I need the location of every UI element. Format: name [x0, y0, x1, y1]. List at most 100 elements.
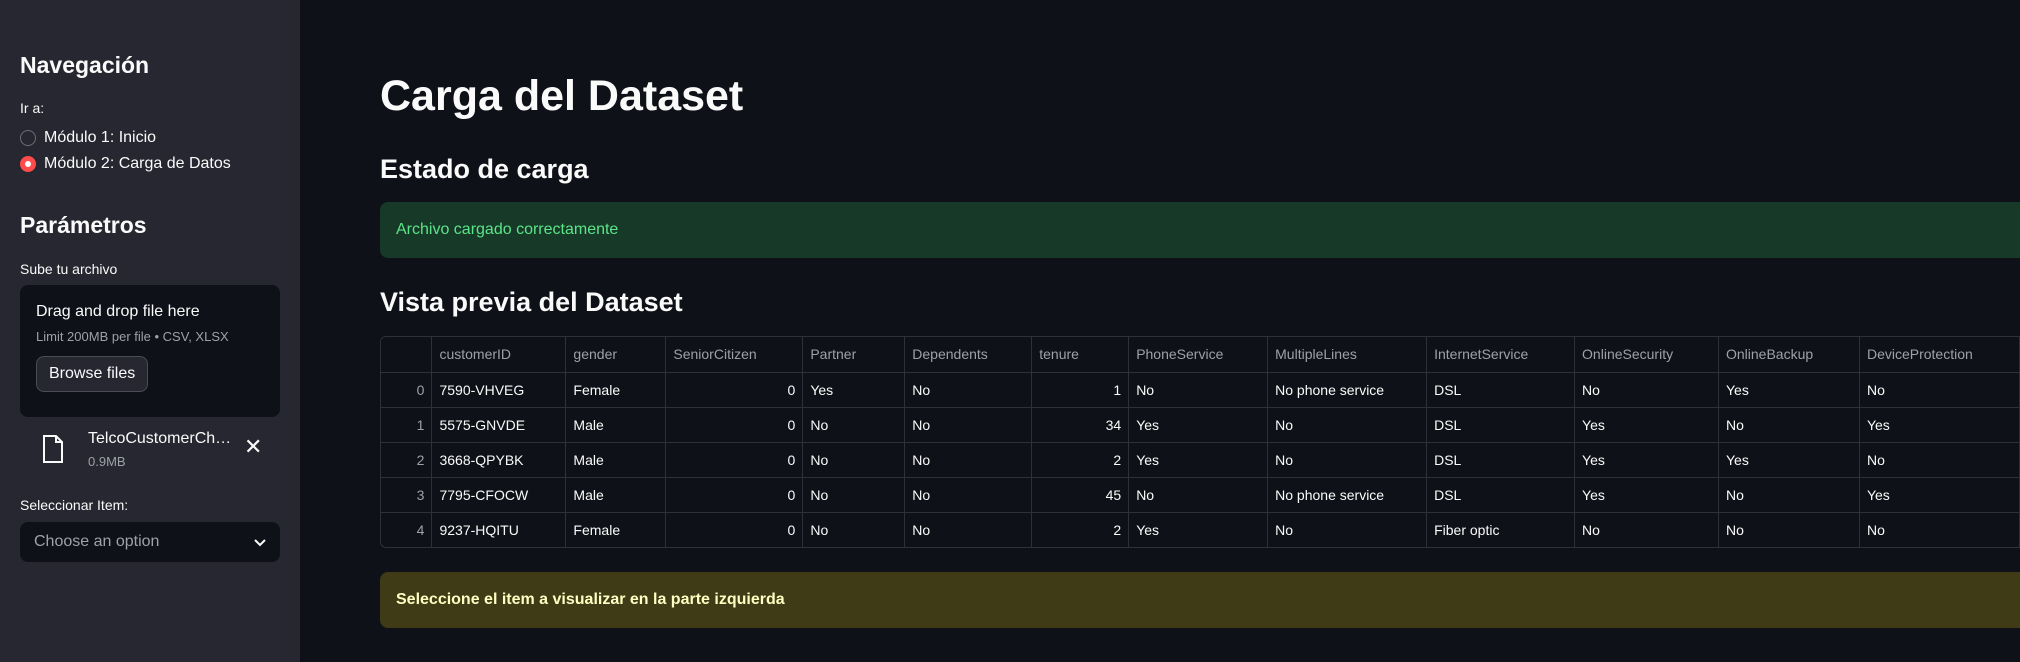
table-cell[interactable]: Yes — [1859, 477, 2020, 513]
table-cell[interactable]: 0 — [665, 442, 804, 478]
table-cell[interactable]: 2 — [1031, 512, 1130, 547]
table-cell[interactable]: No — [904, 442, 1033, 478]
table-cell[interactable]: 34 — [1031, 407, 1130, 443]
table-cell[interactable]: No — [1574, 372, 1719, 408]
row-index[interactable]: 2 — [381, 442, 433, 478]
table-cell[interactable]: DSL — [1426, 407, 1576, 443]
table-cell[interactable]: 3668-QPYBK — [431, 442, 567, 478]
table-cell[interactable]: No — [1128, 372, 1269, 408]
table-cell[interactable]: No — [802, 442, 906, 478]
column-header[interactable]: PhoneService — [1128, 337, 1269, 373]
table-cell[interactable]: 5575-GNVDE — [431, 407, 567, 443]
table-row: 3 7795-CFOCW Male 0 No No 45 No No phone service… — [381, 477, 2020, 513]
table-row: 0 7590-VHVEG Female 0 Yes No 1 No No phone servi… — [381, 372, 2020, 408]
table-cell[interactable]: No — [1718, 477, 1860, 513]
table-cell[interactable]: Yes — [1128, 512, 1269, 547]
radio-label: Módulo 2: Carga de Datos — [44, 155, 231, 172]
table-cell[interactable]: Female — [565, 512, 667, 547]
column-header[interactable]: tenure — [1031, 337, 1130, 373]
column-header[interactable]: InternetService — [1426, 337, 1576, 373]
table-cell[interactable]: No — [1718, 407, 1860, 443]
column-header[interactable]: DeviceProtection — [1859, 337, 2020, 373]
table-cell[interactable]: No — [1267, 512, 1428, 547]
table-cell[interactable]: No — [802, 477, 906, 513]
table-cell[interactable]: No — [802, 407, 906, 443]
main-content: Carga del Dataset Estado de carga Archiv… — [300, 0, 2020, 662]
table-cell[interactable]: No — [1267, 407, 1428, 443]
table-cell[interactable]: DSL — [1426, 442, 1576, 478]
table-cell[interactable]: 1 — [1031, 372, 1130, 408]
row-index[interactable]: 3 — [381, 477, 433, 513]
table-cell[interactable]: Yes — [1718, 442, 1860, 478]
table-cell[interactable]: No — [1859, 442, 2020, 478]
browse-files-button[interactable]: Browse files — [36, 356, 149, 392]
radio-option-carga[interactable]: Módulo 2: Carga de Datos — [20, 155, 231, 173]
table-row: 4 9237-HQITU Female 0 No No 2 Yes No Fiber optic N… — [381, 512, 2020, 547]
table-cell[interactable]: No — [1859, 512, 2020, 547]
column-header[interactable]: Partner — [802, 337, 906, 373]
row-index[interactable]: 1 — [381, 407, 433, 443]
table-cell[interactable]: No — [904, 407, 1033, 443]
table-cell[interactable]: 7795-CFOCW — [431, 477, 567, 513]
table-cell[interactable]: 0 — [665, 477, 804, 513]
table-cell[interactable]: 45 — [1031, 477, 1130, 513]
table-cell[interactable]: Yes — [1574, 442, 1719, 478]
remove-file-icon[interactable]: ✕ — [244, 434, 262, 460]
column-header[interactable]: MultipleLines — [1267, 337, 1428, 373]
table-cell[interactable]: 2 — [1031, 442, 1130, 478]
table-cell[interactable]: Yes — [1128, 407, 1269, 443]
column-header[interactable]: gender — [565, 337, 667, 373]
table-cell[interactable]: Male — [565, 477, 667, 513]
file-dropzone[interactable]: Drag and drop file here Limit 200MB per … — [20, 285, 280, 417]
table-cell[interactable]: Female — [565, 372, 667, 408]
table-cell[interactable]: Male — [565, 442, 667, 478]
table-cell[interactable]: Yes — [802, 372, 906, 408]
status-heading: Estado de carga — [380, 154, 589, 184]
item-select[interactable]: Choose an option — [20, 522, 280, 562]
radio-label: Módulo 1: Inicio — [44, 129, 157, 146]
table-cell[interactable]: No phone service — [1267, 372, 1428, 408]
table-header-row: customerID gender SeniorCitizen Partner … — [381, 337, 2020, 373]
warning-alert: Seleccione el item a visualizar en la pa… — [380, 572, 2020, 628]
table-cell[interactable]: Yes — [1859, 407, 2020, 443]
table-cell[interactable]: No — [904, 372, 1033, 408]
table-cell[interactable]: No phone service — [1267, 477, 1428, 513]
table-cell[interactable]: 0 — [665, 407, 804, 443]
table-cell[interactable]: No — [1574, 512, 1719, 547]
table-cell[interactable]: No — [1859, 372, 2020, 408]
select-placeholder: Choose an option — [34, 533, 160, 550]
table-cell[interactable]: No — [904, 512, 1033, 547]
table-cell[interactable]: Fiber optic — [1426, 512, 1576, 547]
file-icon — [42, 435, 64, 468]
table-cell[interactable]: 0 — [665, 372, 804, 408]
table-cell[interactable]: Yes — [1574, 407, 1719, 443]
table-cell[interactable]: 9237-HQITU — [431, 512, 567, 547]
table-cell[interactable]: 7590-VHVEG — [431, 372, 567, 408]
nav-title: Navegación — [20, 52, 150, 78]
row-index[interactable]: 4 — [381, 512, 433, 547]
table-cell[interactable]: Yes — [1574, 477, 1719, 513]
table-cell[interactable]: DSL — [1426, 477, 1576, 513]
table-cell[interactable]: No — [1718, 512, 1860, 547]
column-header[interactable]: OnlineBackup — [1718, 337, 1860, 373]
row-index[interactable]: 0 — [381, 372, 433, 408]
column-header[interactable]: SeniorCitizen — [665, 337, 804, 373]
table-cell[interactable]: Male — [565, 407, 667, 443]
column-header[interactable]: Dependents — [904, 337, 1033, 373]
table-cell[interactable]: 0 — [665, 512, 804, 547]
column-header[interactable] — [381, 337, 433, 373]
table-cell[interactable]: No — [802, 512, 906, 547]
table-cell[interactable]: Yes — [1128, 442, 1269, 478]
table-cell[interactable]: Yes — [1718, 372, 1860, 408]
radio-option-inicio[interactable]: Módulo 1: Inicio — [20, 129, 156, 147]
column-header[interactable]: OnlineSecurity — [1574, 337, 1719, 373]
dropzone-title: Drag and drop file here — [36, 303, 200, 320]
goto-label: Ir a: — [20, 100, 45, 116]
select-label: Seleccionar Item: — [20, 497, 129, 513]
dataframe[interactable]: customerID gender SeniorCitizen Partner … — [380, 336, 2020, 548]
table-cell[interactable]: No — [1128, 477, 1269, 513]
column-header[interactable]: customerID — [431, 337, 567, 373]
table-cell[interactable]: No — [904, 477, 1033, 513]
table-cell[interactable]: DSL — [1426, 372, 1576, 408]
table-cell[interactable]: No — [1267, 442, 1428, 478]
